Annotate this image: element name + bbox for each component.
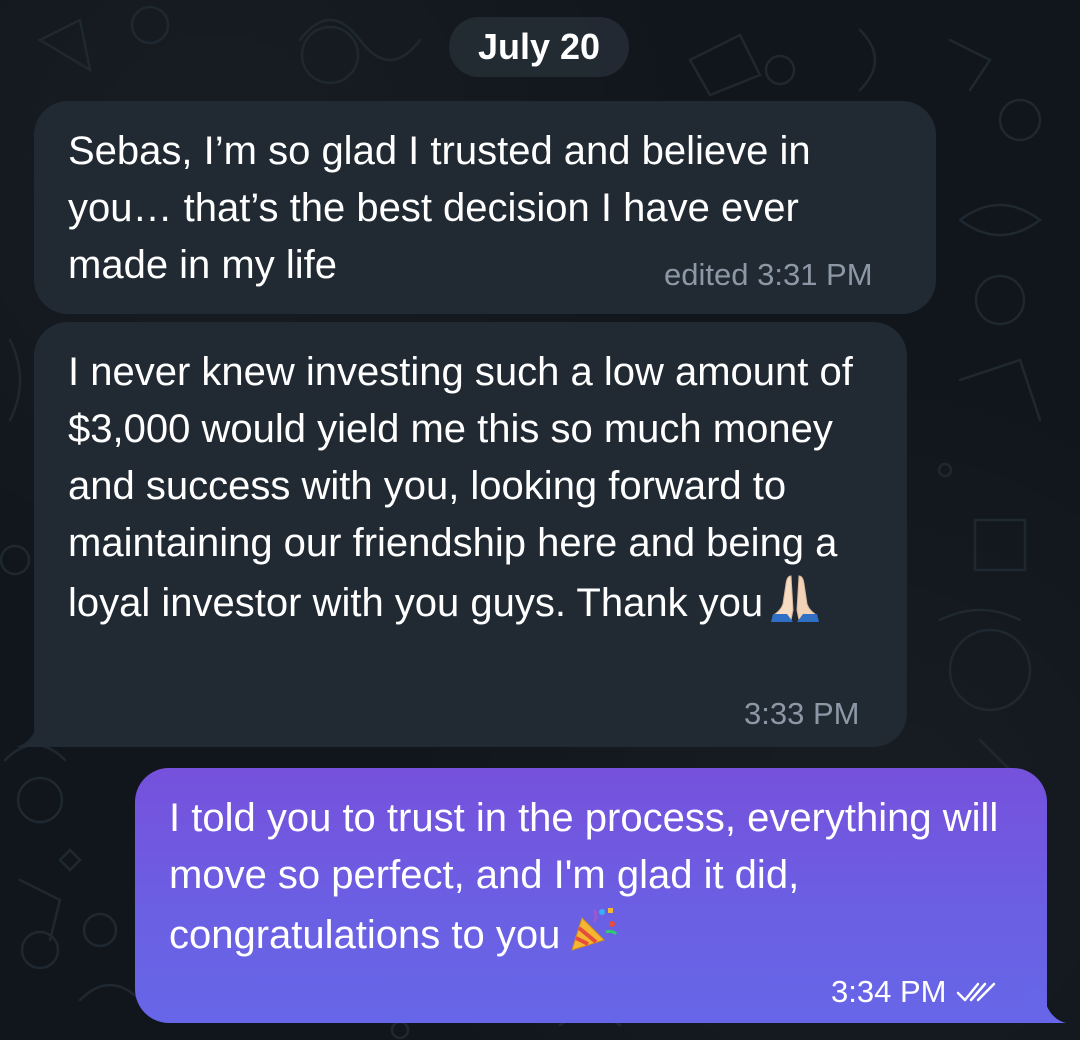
edited-label: edited bbox=[664, 257, 749, 292]
double-check-icon bbox=[957, 982, 996, 1002]
incoming-bubble-tail bbox=[16, 712, 56, 747]
outgoing-bubble-tail bbox=[1030, 988, 1066, 1023]
message-text: I told you to trust in the process, ever… bbox=[169, 790, 1013, 964]
message-meta: 3:34 PM bbox=[831, 974, 998, 1010]
incoming-message-bubble[interactable]: Sebas, I’m so glad I trusted and believe… bbox=[34, 101, 936, 314]
message-time: 3:33 PM bbox=[744, 696, 860, 731]
date-separator: July 20 bbox=[449, 17, 629, 77]
party-popper-emoji-icon bbox=[571, 908, 618, 951]
message-time: 3:31 PM bbox=[757, 257, 873, 292]
message-meta: edited 3:31 PM bbox=[664, 257, 873, 293]
message-text-body: I never knew investing such a low amount… bbox=[68, 350, 853, 625]
folded-hands-emoji-icon bbox=[771, 575, 820, 622]
message-text: I never knew investing such a low amount… bbox=[68, 344, 873, 632]
outgoing-message-bubble[interactable]: I told you to trust in the process, ever… bbox=[135, 768, 1047, 1023]
incoming-message-bubble[interactable]: I never knew investing such a low amount… bbox=[34, 322, 907, 747]
message-time: 3:34 PM bbox=[831, 974, 947, 1009]
